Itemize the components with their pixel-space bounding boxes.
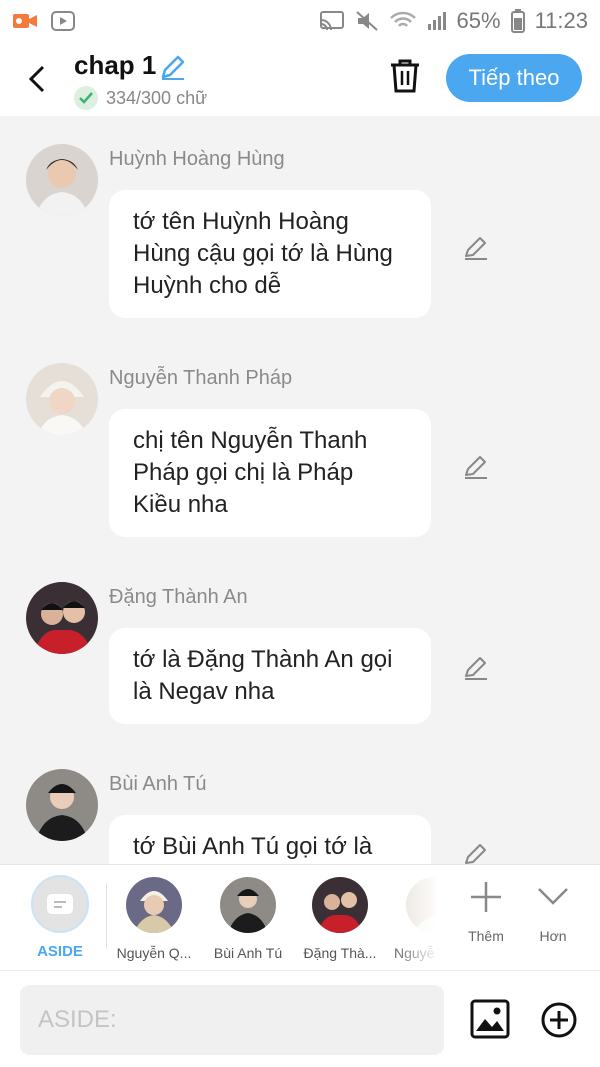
battery-icon <box>510 9 525 33</box>
character-chip[interactable]: Nguyễn Q... <box>112 877 196 961</box>
composer <box>0 970 600 1067</box>
character-name: Bùi Anh Tú <box>213 945 283 961</box>
plus-circle-icon <box>541 1002 577 1038</box>
word-count-row: 334/300 chữ <box>74 86 207 110</box>
youtube-icon <box>50 10 76 32</box>
plus-icon <box>471 882 501 912</box>
aside-avatar <box>31 875 89 933</box>
chapter-title[interactable]: chap 1 <box>74 50 156 81</box>
more-label: Hơn <box>539 928 567 944</box>
chevron-left-icon <box>28 65 45 93</box>
message-icon <box>47 894 73 914</box>
avatar[interactable] <box>26 144 98 216</box>
message-feed[interactable]: Huỳnh Hoàng Hùng tớ tên Huỳnh Hoàng Hùng… <box>0 116 600 864</box>
character-chip[interactable]: Bùi Anh Tú <box>206 877 290 961</box>
character-name: Đặng Thà... <box>303 945 377 961</box>
insert-image-button[interactable] <box>470 999 510 1044</box>
sender-name: Nguyễn Thanh Pháp <box>109 367 293 389</box>
avatar <box>312 877 368 933</box>
edit-message-button[interactable] <box>462 453 490 486</box>
message-bubble[interactable]: tớ tên Huỳnh Hoàng Hùng cậu gọi tớ là Hù… <box>109 190 431 318</box>
wifi-icon <box>389 10 417 32</box>
signal-icon <box>427 10 447 32</box>
add-content-button[interactable] <box>540 1001 578 1044</box>
video-camera-icon <box>12 11 38 31</box>
chevron-down-icon <box>538 888 568 905</box>
message-input[interactable] <box>20 985 444 1055</box>
pencil-icon <box>465 657 487 680</box>
pencil-icon <box>465 237 487 260</box>
edit-title-button[interactable] <box>158 52 188 87</box>
sender-name: Đặng Thành An <box>109 586 248 608</box>
edit-message-button[interactable] <box>462 234 490 267</box>
sender-name: Bùi Anh Tú <box>109 773 207 795</box>
aside-label: ASIDE <box>37 943 83 960</box>
image-icon <box>470 999 510 1039</box>
sender-name: Huỳnh Hoàng Hùng <box>109 148 285 170</box>
avatar <box>126 877 182 933</box>
scroll-fade <box>390 865 440 969</box>
avatar[interactable] <box>26 363 98 435</box>
avatar[interactable] <box>26 582 98 654</box>
add-character-button[interactable]: Thêm <box>456 879 516 944</box>
pencil-icon <box>161 55 185 80</box>
battery-percent: 65% <box>456 8 501 33</box>
avatar <box>220 877 276 933</box>
add-label: Thêm <box>468 928 504 944</box>
character-name: Nguyễn Q... <box>116 945 192 961</box>
back-button[interactable] <box>22 62 52 96</box>
aside-character[interactable]: ASIDE <box>30 875 90 960</box>
message-bubble[interactable]: tớ là Đặng Thành An gọi là Negav nha <box>109 628 431 724</box>
message-bubble[interactable]: chị tên Nguyễn Thanh Pháp gọi chị là Phá… <box>109 409 431 537</box>
status-bar: 65% 11:23 <box>0 0 600 42</box>
cast-icon <box>319 10 345 32</box>
character-chip[interactable]: Đặng Thà... <box>298 877 382 961</box>
pencil-icon <box>465 844 486 864</box>
divider <box>106 883 107 949</box>
pencil-icon <box>465 456 487 479</box>
editor-header: chap 1 334/300 chữ Tiếp theo <box>0 42 600 116</box>
clock: 11:23 <box>534 8 588 33</box>
message-bubble[interactable]: tớ Bùi Anh Tú gọi tớ là <box>109 815 431 864</box>
edit-message-button[interactable] <box>462 841 490 864</box>
trash-icon <box>391 59 419 93</box>
avatar[interactable] <box>26 769 98 841</box>
edit-message-button[interactable] <box>462 654 490 687</box>
mute-icon <box>355 10 379 32</box>
delete-button[interactable] <box>388 58 422 99</box>
next-button[interactable]: Tiếp theo <box>446 54 582 102</box>
check-icon <box>74 86 98 110</box>
word-count: 334/300 chữ <box>106 87 208 108</box>
character-strip: ASIDE Nguyễn Q... Bùi Anh Tú Đặng Thà...… <box>0 864 600 970</box>
more-button[interactable]: Hơn <box>523 879 583 944</box>
